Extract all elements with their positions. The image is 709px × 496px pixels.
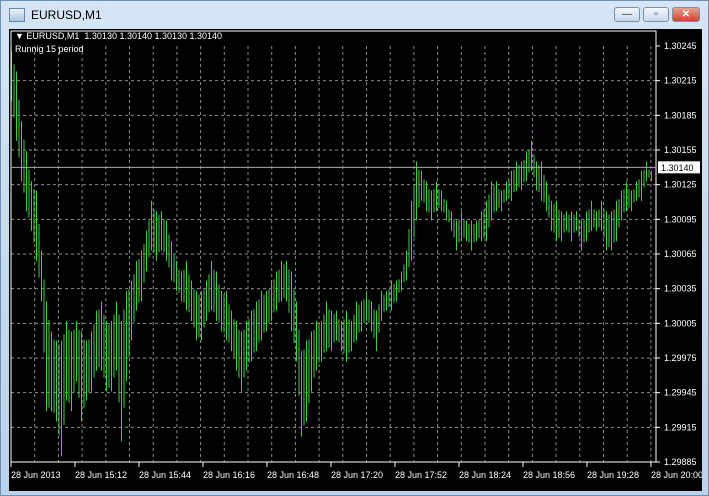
- time-tick-label: 28 Jun 15:44: [139, 470, 191, 480]
- time-tick-label: 28 Jun 20:00: [651, 470, 702, 480]
- price-tick-label: 1.30155: [664, 145, 697, 155]
- plot-frame: [10, 30, 657, 463]
- chart-window: EURUSD,M1 — ▫ ✕ 1.30245 1.30215 1.30185 1.3…: [0, 0, 709, 496]
- maximize-button[interactable]: ▫: [643, 7, 669, 22]
- chart-window-icon: [9, 8, 25, 22]
- price-chart[interactable]: 1.30245 1.30215 1.30185 1.30155 1.30125 1.300…: [9, 29, 702, 491]
- time-tick-label: 28 Jun 2013: [11, 470, 61, 480]
- price-tick-label: 1.30065: [664, 249, 697, 259]
- chart-header: ▼ EURUSD,M1 1.30130 1.30140 1.30130 1.30…: [15, 31, 223, 41]
- window-title: EURUSD,M1: [31, 8, 102, 22]
- price-tick-label: 1.30125: [664, 180, 697, 190]
- chart-canvas: 1.30245 1.30215 1.30185 1.30155 1.30125 1.300…: [10, 30, 702, 480]
- price-tick-label: 1.30185: [664, 110, 697, 120]
- price-tick-label: 1.30215: [664, 76, 697, 86]
- price-tick-label: 1.29885: [664, 457, 697, 467]
- time-tick-label: 28 Jun 18:56: [523, 470, 575, 480]
- title-bar[interactable]: EURUSD,M1: [9, 5, 102, 25]
- time-tick-label: 28 Jun 18:24: [459, 470, 511, 480]
- time-tick-label: 28 Jun 17:20: [331, 470, 383, 480]
- price-tick-label: 1.29975: [664, 353, 697, 363]
- price-tick-label: 1.30245: [664, 41, 697, 51]
- time-tick-label: 28 Jun 17:52: [395, 470, 447, 480]
- indicator-label: Runnig 15 period: [15, 44, 84, 54]
- minimize-button[interactable]: —: [614, 7, 640, 22]
- price-tick-label: 1.30035: [664, 284, 697, 294]
- price-tick-label: 1.30095: [664, 214, 697, 224]
- price-tick-label: 1.30005: [664, 318, 697, 328]
- price-tick-label: 1.29945: [664, 388, 697, 398]
- current-price-label: 1.30140: [661, 163, 694, 173]
- time-tick-label: 28 Jun 15:12: [75, 470, 127, 480]
- price-tick-label: 1.29915: [664, 422, 697, 432]
- close-button[interactable]: ✕: [672, 7, 700, 22]
- time-tick-label: 28 Jun 16:48: [267, 470, 319, 480]
- time-tick-label: 28 Jun 16:16: [203, 470, 255, 480]
- time-tick-label: 28 Jun 19:28: [587, 470, 639, 480]
